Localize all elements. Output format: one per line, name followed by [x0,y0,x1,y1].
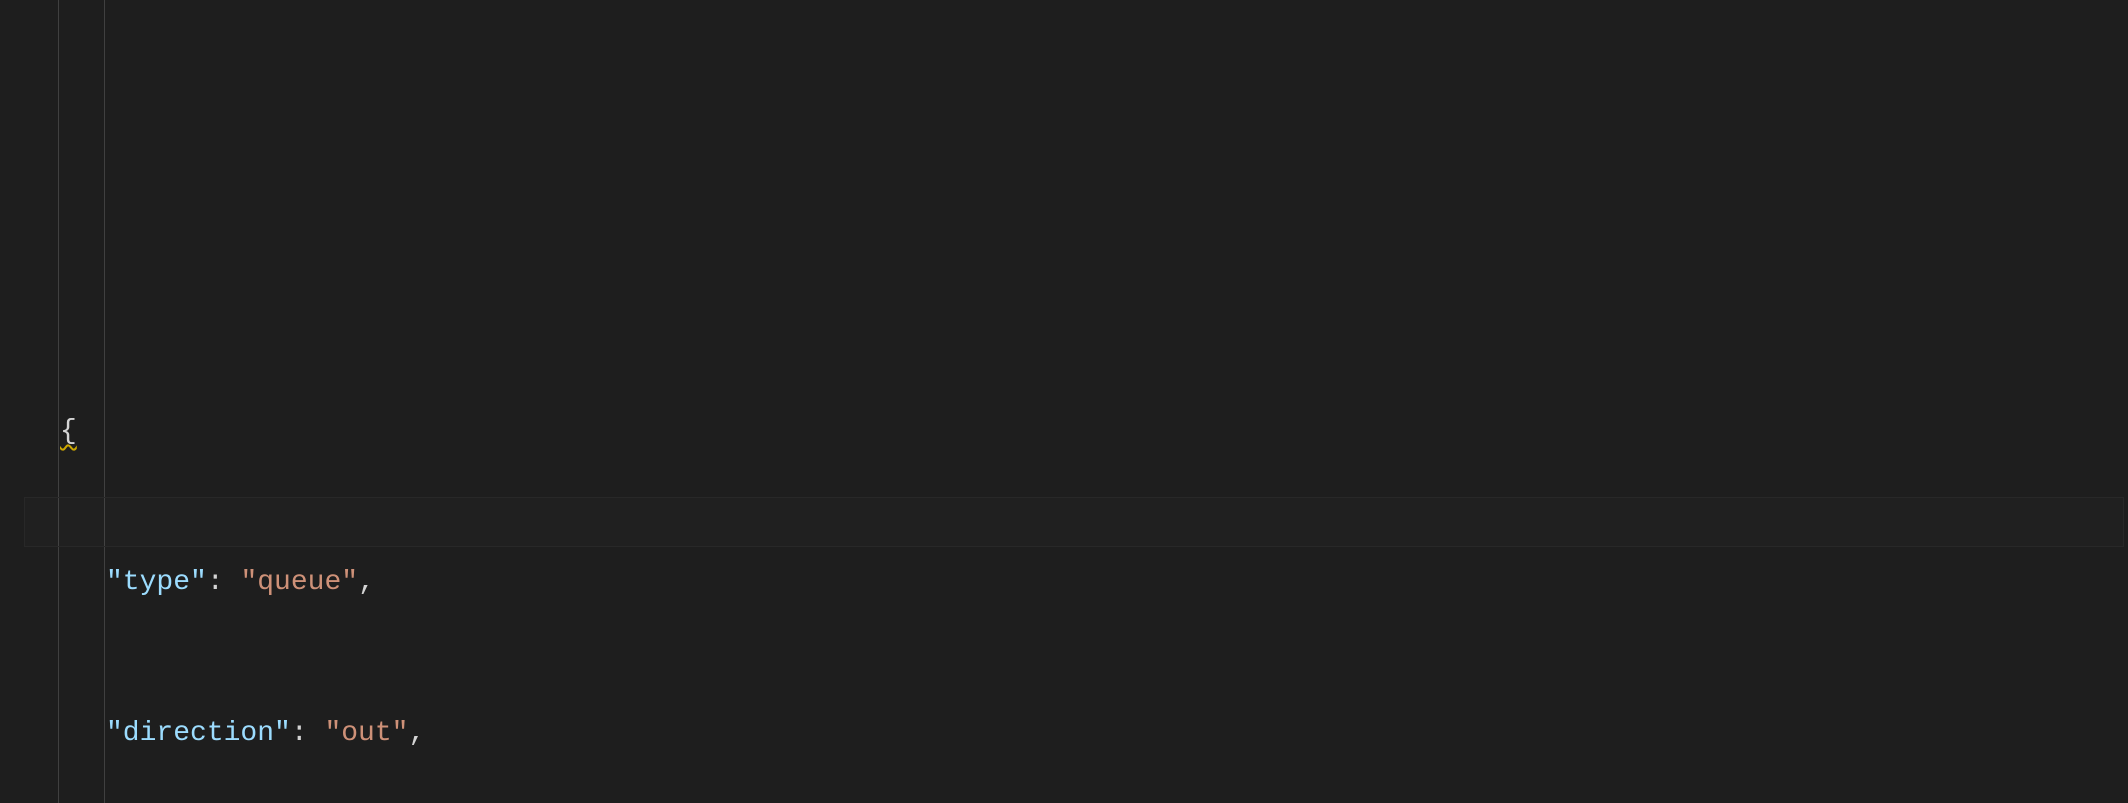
brace-open: { [60,416,77,447]
punct-comma: , [358,567,375,598]
json-key: "direction" [106,718,291,749]
json-value: "queue" [240,567,358,598]
code-line: "type": "queue", [60,558,2128,608]
code-line: "direction": "out", [60,709,2128,759]
code-editor[interactable]: { "type": "queue", "direction": "out", T… [0,0,2128,803]
punct-comma: , [408,718,425,749]
code-block: { "type": "queue", "direction": "out", T… [20,306,2128,803]
code-line: { [60,407,2128,457]
json-key: "type" [106,567,207,598]
punct-colon: : [291,718,325,749]
json-value: "out" [324,718,408,749]
punct-colon: : [207,567,241,598]
